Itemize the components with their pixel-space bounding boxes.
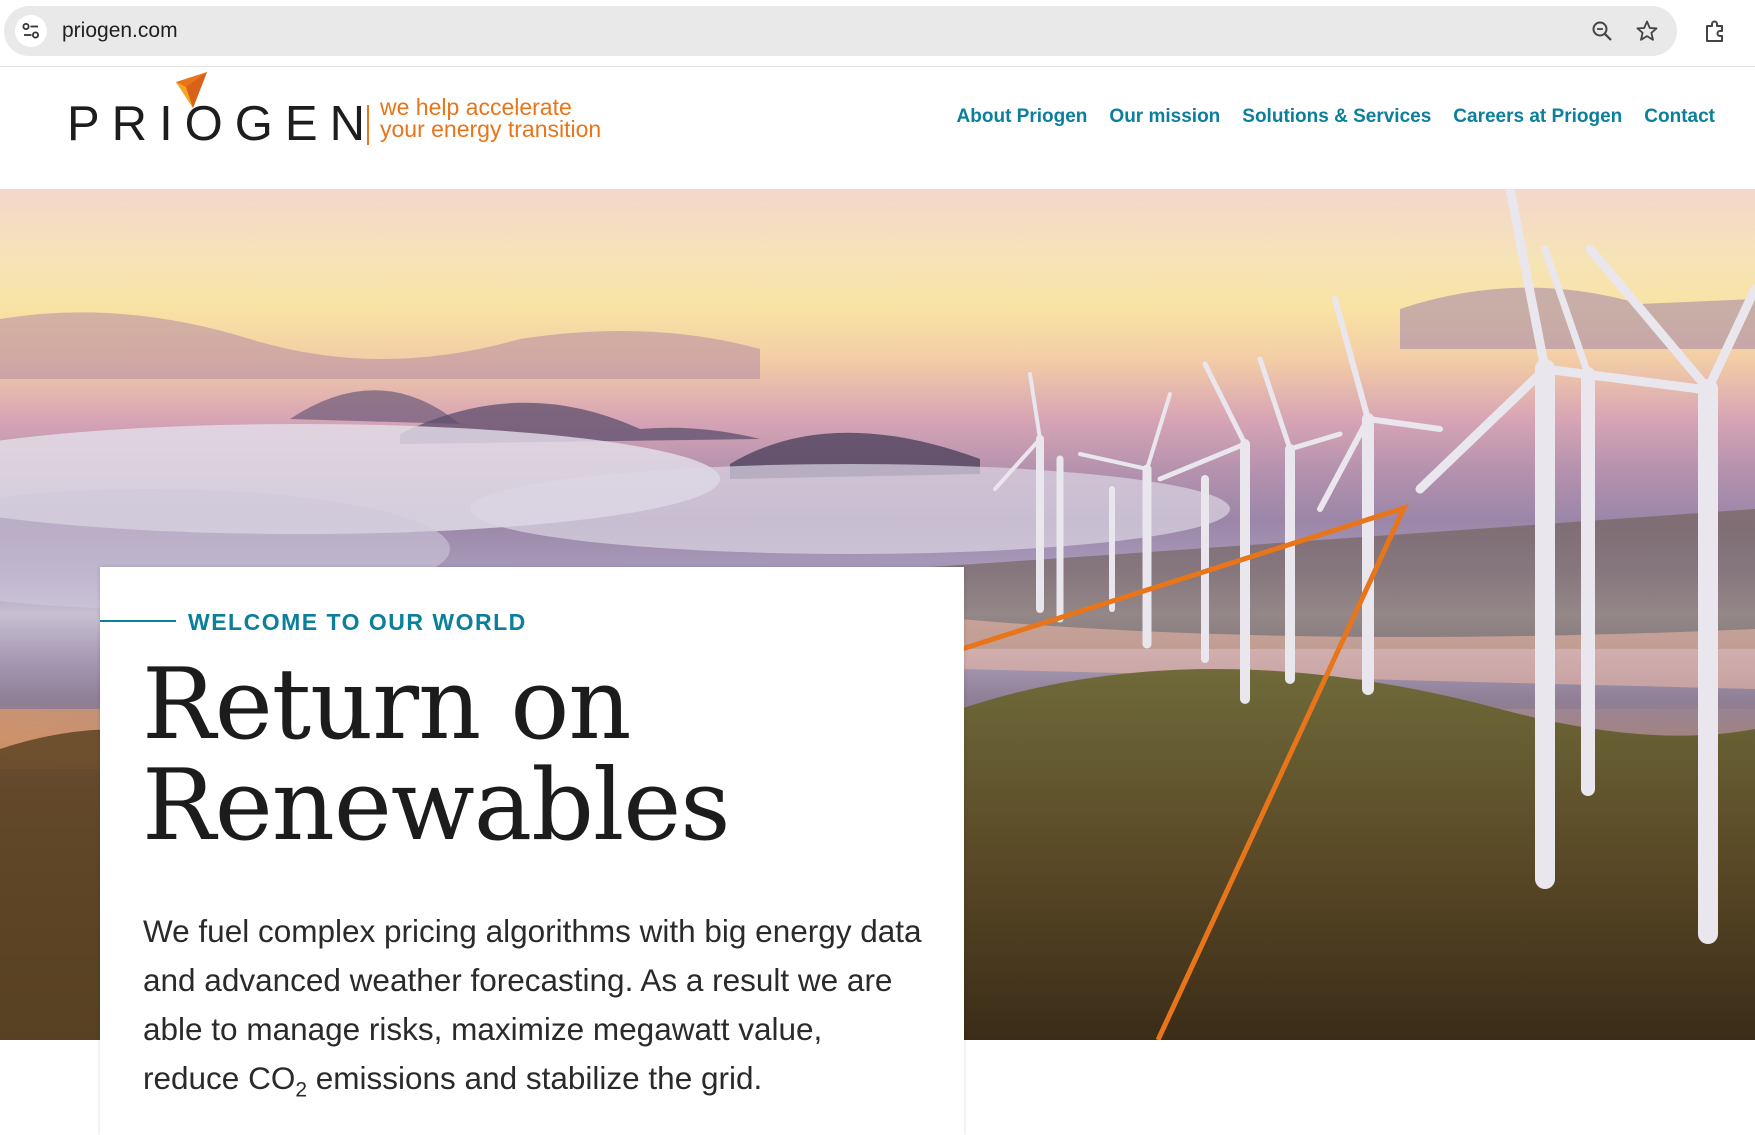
- eyebrow-text: WELCOME TO OUR WORLD: [188, 609, 527, 635]
- url-text[interactable]: priogen.com: [62, 6, 178, 56]
- browser-toolbar: priogen.com: [0, 0, 1755, 67]
- bookmark-star-icon[interactable]: [1635, 19, 1659, 43]
- nav-about-priogen[interactable]: About Priogen: [957, 106, 1088, 128]
- welcome-card: WELCOME TO OUR WORLD Return on Renewable…: [100, 567, 964, 1135]
- address-bar[interactable]: priogen.com: [4, 6, 1677, 56]
- logo-wordmark: PRIOGEN: [67, 97, 377, 151]
- logo-flame-icon: [176, 72, 207, 108]
- main-nav: About Priogen Our mission Solutions & Se…: [957, 106, 1715, 128]
- zoom-icon[interactable]: [1590, 19, 1614, 43]
- extensions-icon[interactable]: [1703, 18, 1729, 44]
- page-headline: Return on Renewables: [142, 648, 731, 863]
- site-header: PRIOGEN we help accelerate your energy t…: [0, 67, 1755, 189]
- nav-our-mission[interactable]: Our mission: [1109, 106, 1220, 128]
- nav-contact[interactable]: Contact: [1644, 106, 1715, 128]
- nav-careers[interactable]: Careers at Priogen: [1453, 106, 1622, 128]
- logo-tagline: we help accelerate your energy transitio…: [380, 94, 602, 142]
- site-info-icon[interactable]: [15, 15, 47, 47]
- nav-solutions-services[interactable]: Solutions & Services: [1242, 106, 1431, 128]
- priogen-logo[interactable]: PRIOGEN we help accelerate your energy t…: [62, 72, 622, 162]
- eyebrow-divider: [100, 620, 176, 622]
- intro-paragraph: We fuel complex pricing algorithms with …: [143, 913, 922, 1102]
- logo-divider: [367, 105, 369, 145]
